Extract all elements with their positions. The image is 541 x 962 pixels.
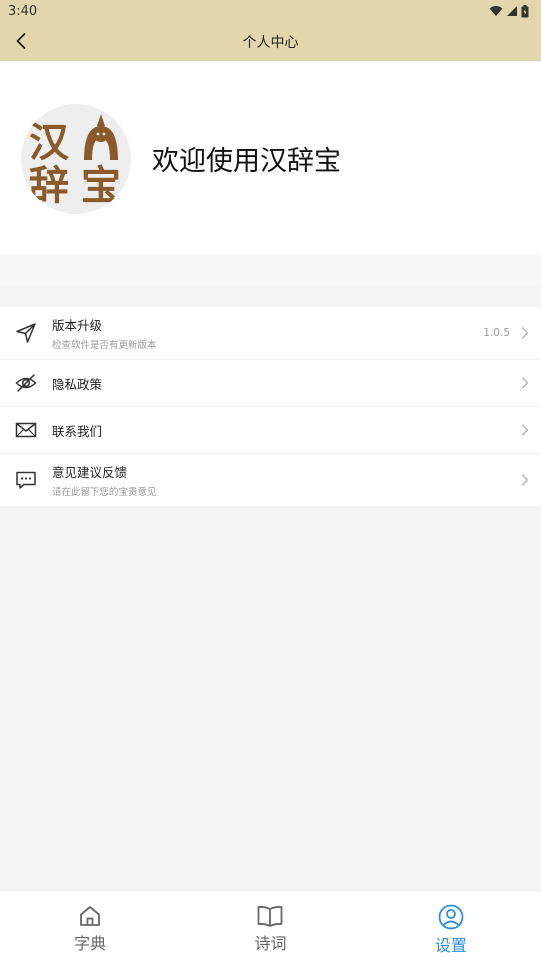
menu-item-subtitle: 请在此留下您的宝贵意见 bbox=[52, 487, 157, 498]
menu-item-title: 联系我们 bbox=[52, 423, 103, 439]
tab-label: 诗词 bbox=[254, 934, 287, 953]
send-icon bbox=[14, 321, 38, 345]
status-time: 3:40 bbox=[8, 3, 38, 19]
chevron-right-icon bbox=[521, 424, 529, 436]
menu-item-version-upgrade[interactable]: 版本升级 检查软件是否有更新版本 1.0.5 bbox=[0, 307, 541, 360]
chat-icon bbox=[14, 468, 38, 492]
page-title: 个人中心 bbox=[242, 34, 299, 51]
signal-icon bbox=[507, 6, 517, 16]
bottom-tab-bar: 字典 诗词 设置 bbox=[0, 890, 541, 962]
wifi-icon bbox=[489, 6, 503, 16]
welcome-text: 欢迎使用汉辞宝 bbox=[152, 146, 341, 177]
status-bar: 3:40 bbox=[0, 0, 541, 22]
section-divider bbox=[0, 255, 541, 285]
menu-item-text: 意见建议反馈 请在此留下您的宝贵意见 bbox=[52, 462, 157, 498]
logo-char-ci: 辞 bbox=[29, 163, 69, 209]
tab-label: 字典 bbox=[74, 934, 107, 953]
menu-item-text: 隐私政策 bbox=[52, 374, 102, 393]
chevron-right-icon bbox=[521, 377, 529, 389]
battery-icon bbox=[521, 4, 529, 17]
chevron-left-icon bbox=[16, 33, 26, 49]
menu-item-title: 版本升级 bbox=[52, 318, 103, 333]
menu-item-privacy-policy[interactable]: 隐私政策 bbox=[0, 360, 541, 407]
logo-char-bao: 宝 bbox=[81, 163, 121, 209]
tab-label: 设置 bbox=[434, 936, 467, 955]
home-icon bbox=[80, 906, 101, 926]
menu-item-text: 版本升级 检查软件是否有更新版本 bbox=[52, 315, 157, 351]
status-icons bbox=[489, 4, 529, 18]
menu-item-subtitle: 检查软件是否有更新版本 bbox=[52, 340, 157, 351]
menu-item-text: 联系我们 bbox=[52, 421, 102, 440]
logo-figure bbox=[84, 114, 118, 160]
menu-item-contact-us[interactable]: 联系我们 bbox=[0, 407, 541, 454]
chevron-right-icon bbox=[521, 474, 529, 486]
tab-settings[interactable]: 设置 bbox=[361, 891, 541, 962]
version-number: 1.0.5 bbox=[483, 327, 510, 339]
eye-off-icon bbox=[14, 371, 38, 395]
menu-item-title: 隐私政策 bbox=[52, 376, 103, 392]
settings-menu: 版本升级 检查软件是否有更新版本 1.0.5 隐私政策 联系我们 意见建议反馈 … bbox=[0, 307, 541, 506]
app-bar: 个人中心 bbox=[0, 22, 541, 61]
book-icon bbox=[258, 906, 283, 927]
chevron-right-icon bbox=[521, 327, 529, 339]
profile-header: 汉 辞 宝 欢迎使用汉辞宝 bbox=[0, 61, 541, 255]
menu-item-title: 意见建议反馈 bbox=[52, 465, 128, 480]
user-circle-icon bbox=[438, 904, 464, 930]
logo-char-han: 汉 bbox=[29, 120, 70, 166]
tab-dictionary[interactable]: 字典 bbox=[0, 891, 180, 962]
tab-poetry[interactable]: 诗词 bbox=[180, 891, 360, 962]
mail-icon bbox=[14, 418, 38, 442]
app-logo: 汉 辞 宝 bbox=[21, 104, 131, 214]
back-button[interactable] bbox=[6, 26, 36, 56]
menu-item-feedback[interactable]: 意见建议反馈 请在此留下您的宝贵意见 bbox=[0, 454, 541, 506]
